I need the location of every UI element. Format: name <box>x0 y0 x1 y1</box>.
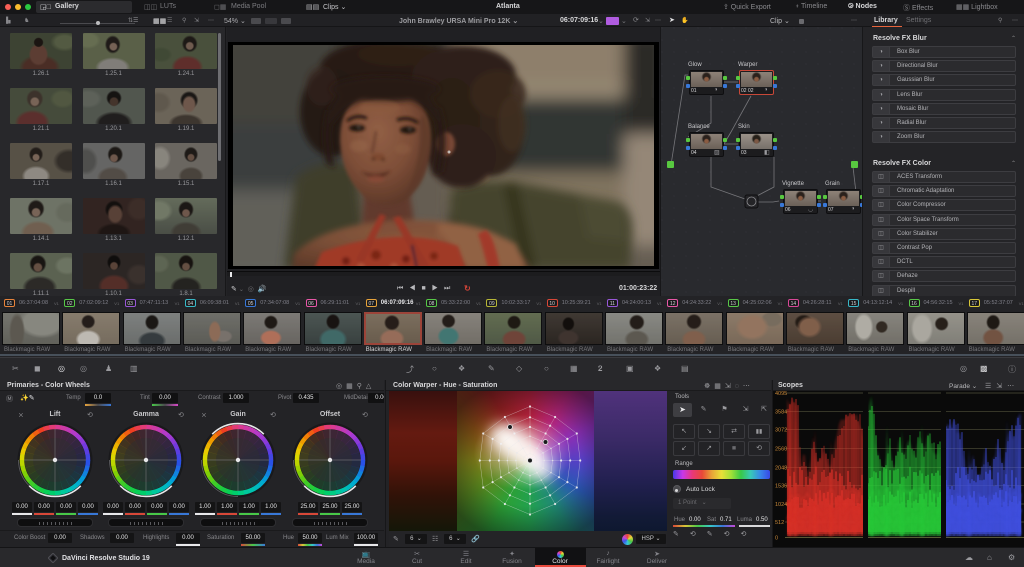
svg-text:0: 0 <box>775 535 778 541</box>
svg-text:2048: 2048 <box>775 465 787 471</box>
svg-text:3072: 3072 <box>775 428 787 434</box>
svg-text:2560: 2560 <box>775 447 787 453</box>
svg-text:3584: 3584 <box>775 409 787 415</box>
svg-text:1536: 1536 <box>775 483 787 489</box>
svg-text:1024: 1024 <box>775 502 787 508</box>
svg-text:512: 512 <box>775 520 784 526</box>
svg-text:4095: 4095 <box>775 391 787 397</box>
